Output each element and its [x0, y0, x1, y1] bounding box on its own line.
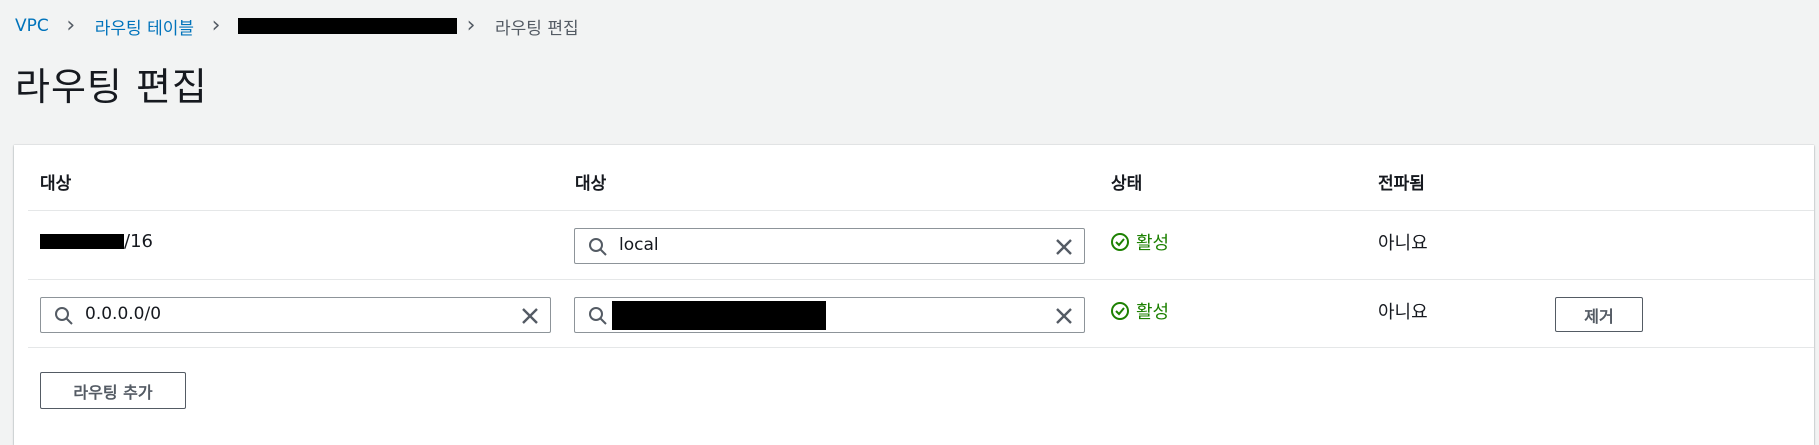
propagated-value: 아니요	[1378, 233, 1428, 254]
breadcrumb-route-table-id-redacted[interactable]	[238, 18, 458, 34]
target-value-redacted[interactable]	[612, 301, 826, 330]
routes-panel: 대상 대상 상태 전파됨 /16 local 활성 아니요 0.0.0.0/0 …	[14, 145, 1814, 445]
column-header-destination: 대상	[40, 174, 72, 194]
status-text: 활성	[1136, 233, 1170, 254]
search-icon	[589, 307, 607, 325]
chevron-right-icon: ›	[211, 13, 221, 38]
route-destination-cell: /16	[40, 231, 153, 252]
status-active: 활성	[1110, 229, 1169, 255]
clear-icon[interactable]	[1054, 306, 1074, 326]
breadcrumb-current: 라우팅 편집	[495, 18, 579, 39]
row-divider	[28, 347, 1814, 348]
column-header-target: 대상	[575, 174, 607, 194]
status-active: 활성	[1110, 298, 1169, 324]
chevron-right-icon: ›	[66, 13, 76, 38]
destination-cidr-suffix: /16	[124, 231, 153, 252]
check-circle-icon	[1111, 302, 1129, 320]
status-text: 활성	[1136, 302, 1170, 323]
breadcrumb-route-tables-link[interactable]: 라우팅 테이블	[95, 14, 194, 39]
target-input-value[interactable]: local	[619, 235, 659, 255]
propagated-value: 아니요	[1378, 302, 1428, 323]
breadcrumb: VPC › 라우팅 테이블 › › 라우팅 편집	[15, 13, 579, 39]
check-circle-icon	[1111, 233, 1129, 251]
remove-route-button[interactable]: 제거	[1555, 297, 1643, 332]
page-title: 라우팅 편집	[15, 65, 208, 109]
add-route-button[interactable]: 라우팅 추가	[40, 372, 186, 409]
clear-icon[interactable]	[1054, 237, 1074, 257]
column-header-status: 상태	[1111, 174, 1143, 194]
chevron-right-icon: ›	[466, 13, 476, 38]
breadcrumb-vpc-link[interactable]: VPC	[15, 16, 49, 36]
destination-cidr-redacted	[40, 234, 124, 249]
destination-input-value[interactable]: 0.0.0.0/0	[85, 304, 161, 324]
target-field-local[interactable]: local	[574, 228, 1085, 264]
column-header-propagated: 전파됨	[1378, 174, 1425, 194]
search-icon	[589, 238, 607, 256]
search-icon	[55, 307, 73, 325]
clear-icon[interactable]	[520, 306, 540, 326]
row-divider	[28, 279, 1814, 280]
target-field[interactable]	[574, 297, 1085, 333]
header-divider	[28, 210, 1814, 211]
destination-field[interactable]: 0.0.0.0/0	[40, 297, 551, 333]
